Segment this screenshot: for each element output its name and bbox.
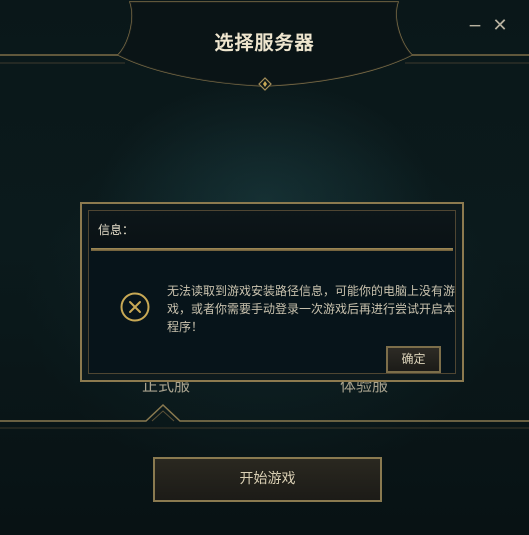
dialog-header: 信息： — [89, 211, 455, 247]
server-select-window: 选择服务器 − ✕ 正式服 体验服 开始游戏 信息： 无法读取到游戏安装路径信息… — [0, 0, 529, 535]
error-x-circle-icon — [120, 292, 150, 322]
start-game-button[interactable]: 开始游戏 — [153, 457, 382, 502]
confirm-button[interactable]: 确定 — [386, 346, 441, 373]
dialog-body: 信息： 无法读取到游戏安装路径信息，可能你的电脑上没有游戏，或者你需要手动登录一… — [88, 210, 456, 374]
window-title: 选择服务器 — [214, 32, 315, 54]
minimize-button[interactable]: − — [463, 14, 487, 38]
close-button[interactable]: ✕ — [488, 14, 512, 38]
dialog-message: 无法读取到游戏安装路径信息，可能你的电脑上没有游戏，或者你需要手动登录一次游戏后… — [167, 284, 456, 334]
info-dialog: 信息： 无法读取到游戏安装路径信息，可能你的电脑上没有游戏，或者你需要手动登录一… — [80, 202, 464, 382]
dialog-divider — [91, 248, 453, 251]
dialog-header-label: 信息： — [98, 223, 135, 237]
